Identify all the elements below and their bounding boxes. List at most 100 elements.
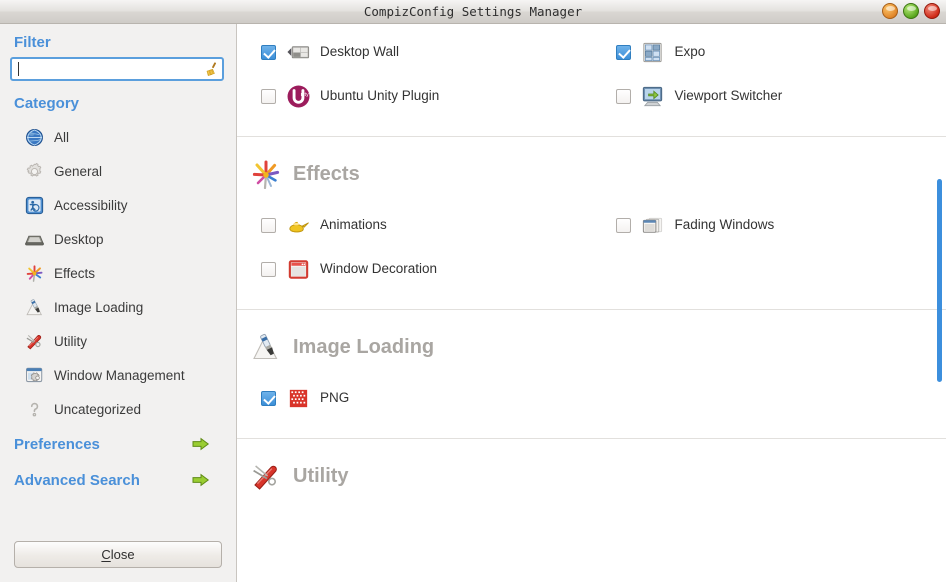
globe-icon [24,127,44,147]
plugin-viewport-switcher[interactable]: Viewport Switcher [592,74,946,118]
sidebar-item-label: Accessibility [54,197,128,213]
window-decoration-icon [285,256,311,282]
close-button-label: lose [110,547,135,562]
preferences-label: Preferences [14,435,100,453]
sidebar-item-label: All [54,129,70,145]
group-header: Image Loading [237,310,946,370]
sidebar-item-label: Desktop [54,231,104,247]
sidebar-item-effects[interactable]: Effects [10,256,226,290]
plugin-window-decoration[interactable]: Window Decoration [237,247,592,291]
fireworks-icon [24,263,44,283]
group-title: Image Loading [293,335,435,358]
title-bar: CompizConfig Settings Manager [0,0,946,24]
swiss-knife-icon [24,331,44,351]
broom-icon[interactable] [204,61,220,77]
close-button-mnemonic: C [101,547,111,562]
desktop-icon [24,229,44,249]
paintbrush-icon [251,332,281,362]
sidebar-item-utility[interactable]: Utility [10,324,226,358]
plugin-grid: Desktop Wall Expo nity Ubuntu Unity Plug… [237,24,946,136]
question-mark-icon [24,399,44,419]
category-heading: Category [14,95,80,112]
plugin-checkbox[interactable] [615,44,631,60]
advanced-search-label: Advanced Search [14,471,140,489]
plugin-checkbox[interactable] [615,88,631,104]
svg-text:nity: nity [300,91,308,97]
sidebar: Filter Category All General Accessibilit… [0,24,236,582]
group-title: Utility [293,464,349,487]
plugin-desktop-wall[interactable]: Desktop Wall [237,30,592,74]
png-icon [285,385,311,411]
plugin-expo[interactable]: Expo [592,30,946,74]
window-buttons [882,3,940,19]
viewport-switcher-icon [640,83,666,109]
plugin-label: Expo [674,44,706,60]
advanced-search-link[interactable]: Advanced Search [10,462,226,498]
plugin-grid: PNG [237,370,946,438]
plugin-checkbox[interactable] [615,217,631,233]
minimize-button[interactable] [882,3,898,19]
vertical-scrollbar[interactable] [937,179,942,382]
gear-icon [24,161,44,181]
plugin-group-utility: Utility [237,438,946,499]
plugin-label: Desktop Wall [320,44,400,60]
sidebar-item-window-management[interactable]: Window Management [10,358,226,392]
sidebar-item-label: Effects [54,265,96,281]
plugin-checkbox[interactable] [261,261,276,277]
preferences-link[interactable]: Preferences [10,426,226,462]
ubuntu-unity-icon: nity [285,83,311,109]
fireworks-icon [251,159,281,190]
plugin-grid: Animations Fading Windows Window Decorat… [237,197,946,309]
sidebar-item-label: General [54,163,103,179]
plugin-animations[interactable]: Animations [237,203,592,247]
sidebar-item-uncategorized[interactable]: Uncategorized [10,392,226,426]
close-window-button[interactable] [924,3,940,19]
plugin-checkbox[interactable] [261,44,276,60]
filter-heading: Filter [14,34,51,51]
plugin-list-panel: Desktop Wall Expo nity Ubuntu Unity Plug… [236,24,946,582]
plugin-png[interactable]: PNG [237,376,592,420]
sidebar-item-label: Image Loading [54,299,144,315]
window-title: CompizConfig Settings Manager [363,4,583,19]
group-header: Effects [237,137,946,197]
plugin-group-effects: Effects Animations Fading Windows Window… [237,136,946,309]
plugin-group-image-loading: Image Loading PNG [237,309,946,438]
sidebar-item-accessibility[interactable]: Accessibility [10,188,226,222]
sidebar-item-label: Utility [54,333,87,349]
sidebar-item-desktop[interactable]: Desktop [10,222,226,256]
fading-windows-icon [640,212,666,238]
window-body: Filter Category All General Accessibilit… [0,24,946,582]
plugin-list-scroll[interactable]: Desktop Wall Expo nity Ubuntu Unity Plug… [237,24,946,582]
plugin-fading-windows[interactable]: Fading Windows [592,203,946,247]
plugin-ubuntu-unity[interactable]: nity Ubuntu Unity Plugin [237,74,592,118]
close-button[interactable]: Close [14,541,222,568]
group-title: Effects [293,162,360,185]
sidebar-item-image-loading[interactable]: Image Loading [10,290,226,324]
expo-icon [640,39,666,65]
plugin-label: Ubuntu Unity Plugin [320,88,440,104]
plugin-label: Viewport Switcher [674,88,783,104]
maximize-button[interactable] [903,3,919,19]
plugin-group-desktop: Desktop Wall Expo nity Ubuntu Unity Plug… [237,24,946,136]
app-window: CompizConfig Settings Manager Filter Cat… [0,0,946,582]
plugin-checkbox[interactable] [261,390,276,406]
desktop-wall-icon [285,39,311,65]
accessibility-icon [24,195,44,215]
category-list: All General Accessibility Desktop Effect… [10,120,226,426]
plugin-label: Fading Windows [674,217,775,233]
text-caret [18,62,19,76]
green-arrow-icon [192,473,210,487]
plugin-checkbox[interactable] [261,88,276,104]
genie-lamp-icon [285,212,311,238]
swiss-knife-icon [251,461,281,491]
sidebar-item-all[interactable]: All [10,120,226,154]
paintbrush-icon [24,297,44,317]
group-header: Utility [237,439,946,499]
green-arrow-icon [192,437,210,451]
filter-field-wrap [10,57,226,81]
window-gear-icon [24,365,44,385]
sidebar-item-label: Window Management [54,367,185,383]
plugin-checkbox[interactable] [261,217,276,233]
search-input[interactable] [10,57,224,81]
sidebar-item-general[interactable]: General [10,154,226,188]
